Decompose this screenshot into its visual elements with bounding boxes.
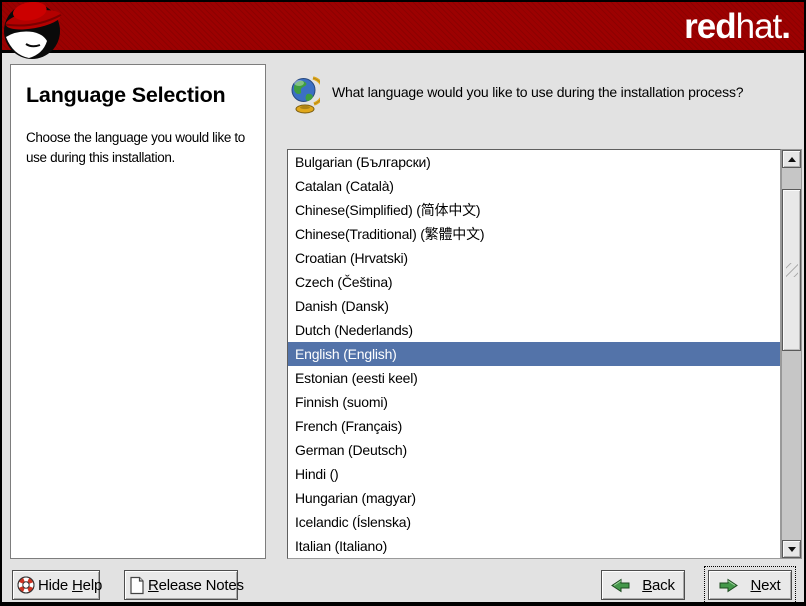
list-item[interactable]: Catalan (Català) (288, 174, 780, 198)
next-label: Next (750, 577, 780, 594)
arrow-up-icon (788, 157, 796, 162)
list-item[interactable]: Icelandic (Íslenska) (288, 510, 780, 534)
scroll-up-button[interactable] (782, 150, 801, 168)
hide-help-label: Hide Help (38, 577, 102, 594)
next-arrow-icon (719, 578, 738, 593)
release-notes-label: Release Notes (148, 577, 244, 594)
list-item[interactable]: Dutch (Nederlands) (288, 318, 780, 342)
list-item[interactable]: German (Deutsch) (288, 438, 780, 462)
back-button[interactable]: Back (601, 570, 685, 600)
hide-help-button[interactable]: Hide Help (12, 570, 100, 600)
list-item[interactable]: Finnish (suomi) (288, 390, 780, 414)
wordmark-regular: hat (736, 7, 782, 46)
help-panel: Language Selection Choose the language y… (10, 64, 266, 559)
list-item[interactable]: Czech (Čeština) (288, 270, 780, 294)
page-title: Language Selection (26, 83, 255, 108)
scrollbar-thumb[interactable] (782, 189, 801, 351)
scroll-down-button[interactable] (782, 540, 801, 558)
list-item[interactable]: Chinese(Simplified) (简体中文) (288, 198, 780, 222)
scrollbar-grip-icon (786, 263, 798, 277)
installer-window: redhat. Language Selection Choose the la… (0, 0, 806, 606)
back-label: Back (642, 577, 675, 594)
document-icon (129, 576, 145, 595)
arrow-down-icon (788, 547, 796, 552)
list-item[interactable]: Croatian (Hrvatski) (288, 246, 780, 270)
release-notes-button[interactable]: Release Notes (124, 570, 238, 600)
list-item[interactable]: Hindi () (288, 462, 780, 486)
redhat-shadowman-icon (2, 2, 80, 64)
list-item[interactable]: Estonian (eesti keel) (288, 366, 780, 390)
list-item[interactable]: English (English) (288, 342, 780, 366)
globe-icon (290, 72, 320, 114)
list-item[interactable]: Bulgarian (Български) (288, 150, 780, 174)
help-text: Choose the language you would like to us… (26, 128, 260, 167)
next-button[interactable]: Next (708, 570, 792, 600)
question-text: What language would you like to use duri… (332, 83, 777, 102)
lifebuoy-icon (17, 576, 35, 594)
wordmark-dot: . (781, 7, 790, 46)
list-item[interactable]: Chinese(Traditional) (繁體中文) (288, 222, 780, 246)
list-item[interactable]: Danish (Dansk) (288, 294, 780, 318)
top-banner: redhat. (2, 2, 804, 53)
language-list[interactable]: Bulgarian (Български)Catalan (Català)Chi… (287, 149, 781, 559)
list-item[interactable]: Italian (Italiano) (288, 534, 780, 558)
list-item[interactable]: Hungarian (magyar) (288, 486, 780, 510)
language-list-scrollbar[interactable] (781, 149, 802, 559)
back-arrow-icon (611, 578, 630, 593)
list-item[interactable]: French (Français) (288, 414, 780, 438)
redhat-wordmark: redhat. (684, 8, 790, 46)
wordmark-bold: red (684, 7, 735, 46)
